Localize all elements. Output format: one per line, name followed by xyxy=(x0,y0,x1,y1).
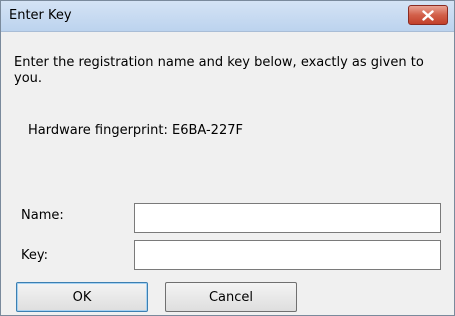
enter-key-dialog: Enter Key Enter the registration name an… xyxy=(0,0,455,316)
key-input[interactable] xyxy=(134,240,441,270)
title-bar[interactable]: Enter Key xyxy=(1,1,454,32)
hardware-fingerprint: Hardware fingerprint: E6BA-227F xyxy=(28,123,243,138)
window-title: Enter Key xyxy=(9,8,72,23)
key-label: Key: xyxy=(21,248,49,263)
name-input[interactable] xyxy=(134,203,441,233)
close-icon xyxy=(422,9,434,21)
dialog-body: Enter the registration name and key belo… xyxy=(1,33,454,315)
instructions-text: Enter the registration name and key belo… xyxy=(14,55,424,86)
ok-button[interactable]: OK xyxy=(16,282,148,312)
name-label: Name: xyxy=(21,208,64,223)
close-button[interactable] xyxy=(408,5,448,25)
cancel-button[interactable]: Cancel xyxy=(165,282,297,312)
